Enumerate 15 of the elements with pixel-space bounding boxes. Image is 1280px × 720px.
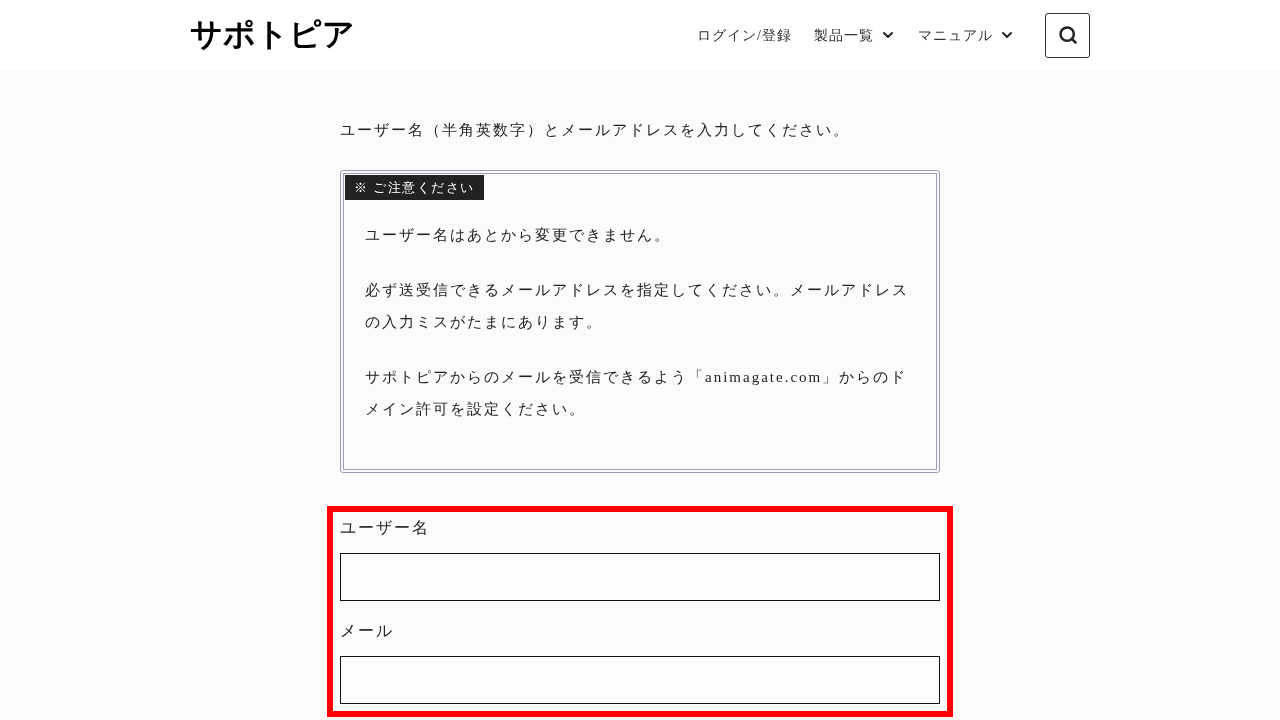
nav-link[interactable]: 製品一覧 (814, 24, 896, 46)
site-logo[interactable]: サポトピア (190, 18, 355, 52)
notice-paragraph: 必ず送受信できるメールアドレスを指定してください。メールアドレスの入力ミスがたまにあります。 (365, 281, 910, 332)
notice-paragraph: ユーザー名はあとから変更できません。 (365, 226, 672, 245)
field-label: メール (340, 621, 395, 641)
input-field[interactable] (340, 656, 940, 704)
search-button[interactable] (1045, 12, 1090, 58)
nav-link[interactable]: マニュアル (918, 24, 1015, 46)
notice-label: ※ ご注意ください (345, 175, 484, 200)
input-field[interactable] (340, 553, 940, 601)
nav-link[interactable]: ログイン/登録 (697, 24, 792, 46)
notice-paragraph: サポトピアからのメールを受信できるよう「animagate.com」からのドメイン許可を設定ください。 (365, 368, 909, 419)
field-label: ユーザー名 (340, 518, 431, 538)
search-icon (1057, 25, 1078, 45)
intro-text: ユーザー名（半角英数字）とメールアドレスを入力してください。 (340, 121, 851, 140)
